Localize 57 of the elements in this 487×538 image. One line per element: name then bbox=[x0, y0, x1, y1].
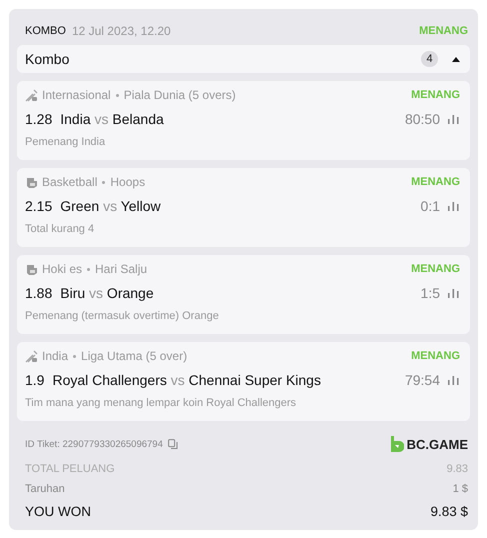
combo-title: Kombo bbox=[25, 51, 70, 67]
total-value: 9.83 $ bbox=[430, 504, 468, 518]
stats-icon[interactable] bbox=[448, 375, 459, 385]
selection-status: MENANG bbox=[411, 89, 460, 101]
separator-dot bbox=[116, 94, 119, 96]
stats-icon[interactable] bbox=[448, 201, 459, 211]
caret-icon[interactable] bbox=[452, 56, 460, 62]
copy-icon[interactable] bbox=[168, 438, 178, 450]
separator-dot bbox=[102, 180, 106, 184]
sport-category: Hoki es bbox=[42, 262, 82, 276]
sport-icon bbox=[25, 176, 38, 188]
cricket-icon bbox=[25, 88, 38, 102]
sport-category: India bbox=[42, 349, 68, 363]
separator-dot bbox=[73, 354, 76, 358]
odds: 2.15 bbox=[25, 198, 52, 214]
total-label: Taruhan bbox=[25, 483, 65, 495]
match-score: 80:50 bbox=[404, 111, 440, 127]
selection-status: MENANG bbox=[411, 350, 460, 362]
sport-category: Internasional bbox=[42, 88, 111, 102]
market-text: Pemenang (termasuk overtime) Orange bbox=[25, 310, 220, 322]
match-teams: India vs Belanda bbox=[60, 111, 164, 127]
odds: 1.9 bbox=[25, 372, 44, 388]
match-teams: Royal Challengers vs Chennai Super Kings bbox=[52, 372, 321, 388]
sport-category: Basketball bbox=[42, 175, 98, 189]
bet-type: KOMBO bbox=[25, 25, 66, 37]
bet-status: MENANG bbox=[419, 25, 468, 37]
odds: 1.28 bbox=[25, 111, 52, 127]
selection-status: MENANG bbox=[411, 176, 460, 188]
brand-name: BC.GAME bbox=[406, 436, 468, 452]
market-text: Tim mana yang menang lempar koin Royal Challengers bbox=[25, 397, 298, 409]
match-score: 79:54 bbox=[404, 372, 440, 388]
match-teams: Green vs Yellow bbox=[60, 198, 161, 214]
total-label: YOU WON bbox=[25, 504, 91, 518]
league-name: Piala Dunia (5 overs) bbox=[124, 88, 236, 102]
selection-count: 4 bbox=[421, 51, 438, 67]
combo-header[interactable]: Kombo 4 bbox=[17, 45, 470, 73]
selection-status: MENANG bbox=[411, 263, 460, 275]
market-text: Total kurang 4 bbox=[25, 223, 96, 235]
league-name: Hari Salju bbox=[95, 262, 148, 276]
stats-icon[interactable] bbox=[448, 288, 459, 298]
market-text: Pemenang India bbox=[25, 136, 106, 148]
league-name: Liga Utama (5 over) bbox=[81, 349, 188, 363]
separator-dot bbox=[87, 268, 90, 270]
total-label: TOTAL PELUANG bbox=[25, 463, 115, 475]
match-score: 1:5 bbox=[420, 285, 440, 301]
total-value: 1 $ bbox=[452, 483, 468, 495]
bet-date: 12 Jul 2023, 12.20 bbox=[72, 24, 171, 38]
league-name: Hoops bbox=[110, 175, 146, 189]
total-value: 9.83 bbox=[446, 463, 468, 475]
odds: 1.88 bbox=[25, 285, 52, 301]
match-teams: Biru vs Orange bbox=[60, 285, 154, 301]
sport-icon bbox=[25, 262, 38, 276]
stats-icon[interactable] bbox=[448, 114, 459, 124]
cricket-icon bbox=[25, 350, 38, 362]
ticket-id: ID Tiket: 2290779330265096794 bbox=[25, 438, 163, 450]
match-score: 0:1 bbox=[420, 198, 440, 214]
logo-icon bbox=[390, 436, 404, 452]
